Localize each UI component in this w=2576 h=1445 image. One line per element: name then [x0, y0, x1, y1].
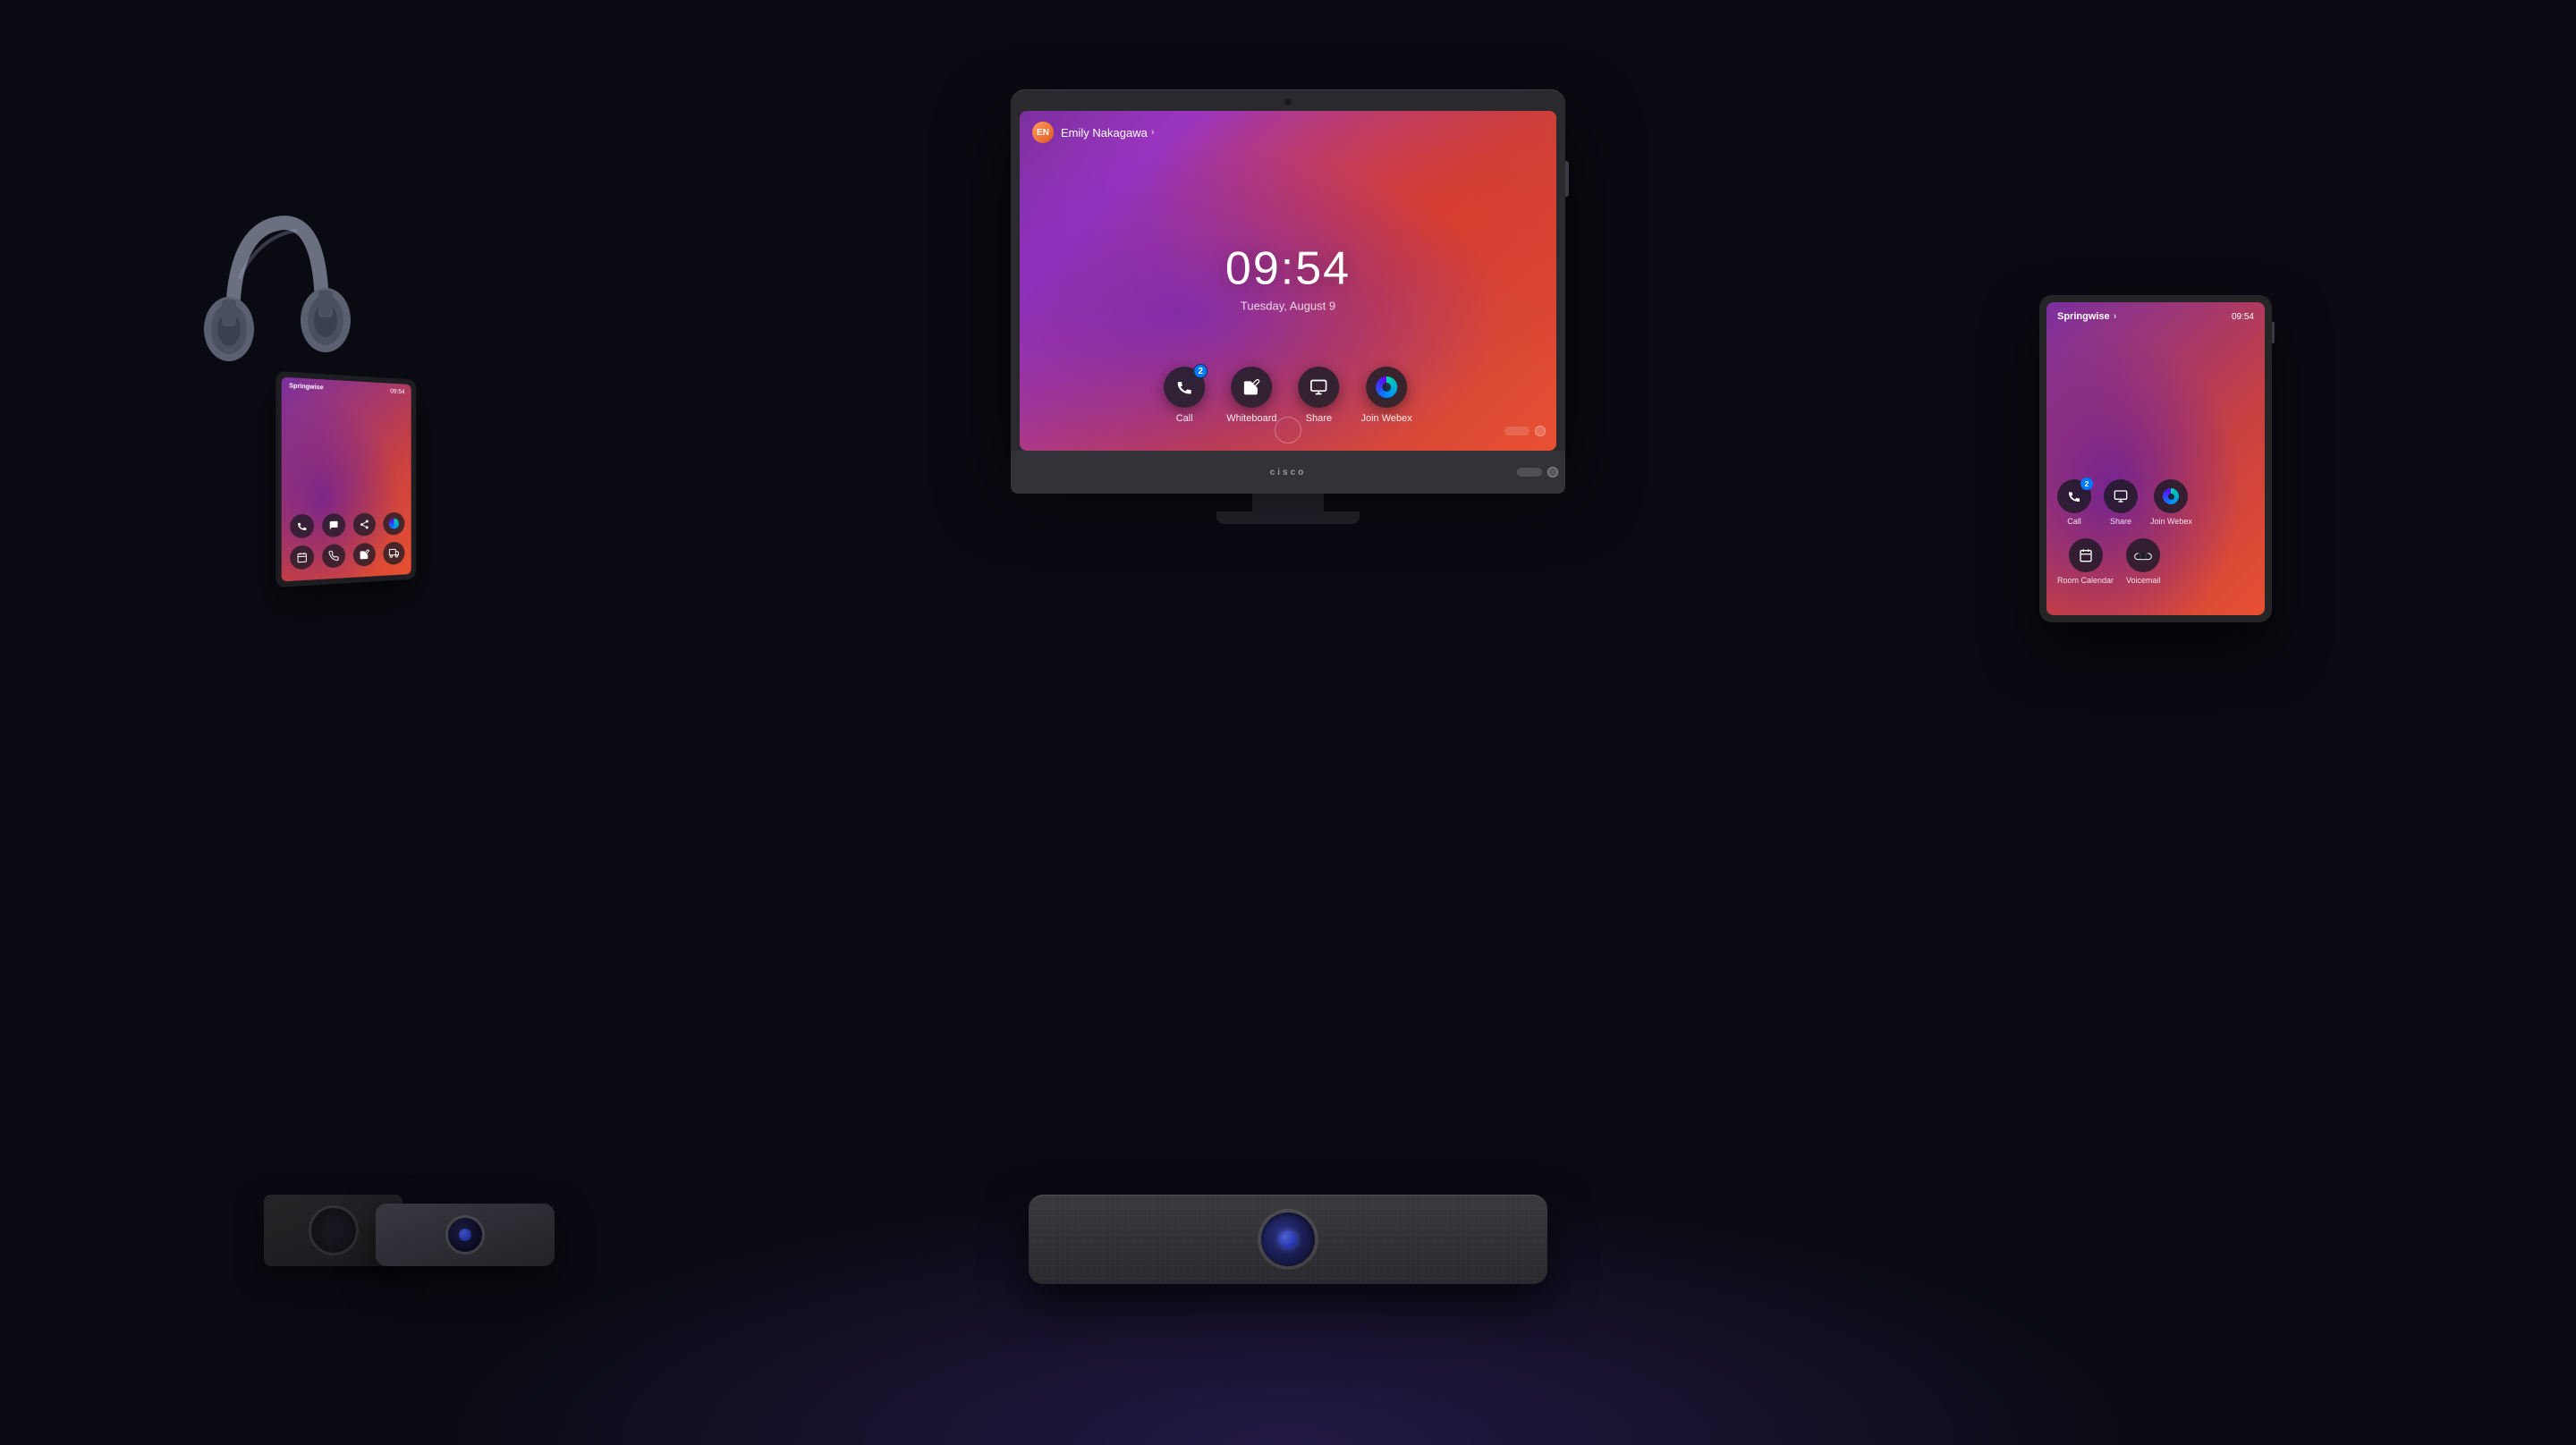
main-monitor: EN Emily Nakagawa › 09:54 Tuesday, Augus… [1011, 89, 1565, 524]
headphones-device [197, 197, 358, 447]
tablet-calendar-label: Room Calendar [2057, 576, 2114, 585]
status-circle [1535, 426, 1546, 436]
whiteboard-button[interactable] [1231, 367, 1272, 408]
tablet-app-calendar: Room Calendar [2057, 538, 2114, 585]
video-bar-frame [1029, 1195, 1547, 1284]
app-item-call: 2 Call [1164, 367, 1205, 424]
share-label: Share [1306, 413, 1332, 424]
tablet-left-time: 09:54 [390, 389, 404, 396]
tablet-org-name: Springwise › [2057, 311, 2116, 322]
app-item-whiteboard: Whiteboard [1226, 367, 1276, 424]
tablet-app-call: 2 Call [2057, 479, 2091, 526]
screen-apps: 2 Call Whiteboard [1164, 367, 1412, 424]
tablet-share-button[interactable] [2104, 479, 2138, 513]
tablet-voicemail-label: Voicemail [2126, 576, 2161, 585]
screen-status-right [1504, 426, 1546, 436]
call-badge: 2 [1193, 364, 1208, 378]
tablet-side-button[interactable] [2272, 322, 2275, 343]
tablet-apps-row2: Room Calendar Voicemail [2057, 538, 2254, 585]
monitor-side-button[interactable] [1565, 161, 1569, 197]
tablet-share-label: Share [2110, 517, 2131, 526]
webex-icon [1376, 376, 1397, 398]
cisco-logo: cisco [1270, 468, 1307, 477]
tl-app-btn6[interactable] [322, 544, 345, 568]
webex-button[interactable] [1366, 367, 1407, 408]
app-item-webex: Join Webex [1360, 367, 1411, 424]
tl-app-btn5[interactable] [290, 545, 314, 570]
webex-label: Join Webex [1360, 413, 1411, 424]
tablet-voicemail-button[interactable] [2126, 538, 2160, 572]
screen-clock: 09:54 Tuesday, August 9 [1225, 242, 1351, 313]
tl-app-btn4[interactable] [383, 512, 404, 536]
monitor-bottom-side [1517, 467, 1558, 477]
tablet-right-header: Springwise › 09:54 [2057, 311, 2254, 322]
call-button[interactable]: 2 [1164, 367, 1205, 408]
webcam-left-lens [448, 1218, 482, 1252]
tl-app-call[interactable] [290, 514, 314, 538]
monitor-indicator-1 [1517, 468, 1542, 477]
monitor-bottom-bar: cisco [1011, 451, 1565, 494]
monitor-screen: EN Emily Nakagawa › 09:54 Tuesday, Augus… [1020, 111, 1556, 451]
app-item-share: Share [1298, 367, 1339, 424]
call-label: Call [1176, 413, 1193, 424]
tablet-app-webex: Join Webex [2150, 479, 2192, 526]
tablet-time: 09:54 [2232, 312, 2254, 322]
share-button[interactable] [1298, 367, 1339, 408]
monitor-stand-top [1252, 494, 1324, 511]
tl-app-btn8[interactable] [383, 542, 404, 565]
tablet-apps-row1: 2 Call [2057, 479, 2254, 526]
user-name: Emily Nakagawa › [1061, 126, 1155, 139]
tablet-chevron-icon: › [2114, 311, 2117, 322]
tablet-calendar-button[interactable] [2069, 538, 2103, 572]
home-button[interactable] [1275, 417, 1301, 444]
whiteboard-label: Whiteboard [1226, 413, 1276, 424]
tablet-call-badge: 2 [2080, 477, 2093, 490]
tablet-webex-button[interactable] [2154, 479, 2188, 513]
tablet-call-button[interactable]: 2 [2057, 479, 2091, 513]
clock-date: Tuesday, August 9 [1225, 300, 1351, 313]
user-avatar: EN [1032, 122, 1054, 143]
tablet-right-apps: 2 Call [2057, 479, 2254, 597]
tl-app-btn2[interactable] [322, 513, 345, 537]
screen-header: EN Emily Nakagawa › [1032, 122, 1155, 143]
chevron-right-icon: › [1151, 127, 1155, 138]
monitor-camera [1284, 98, 1292, 106]
monitor-stand-base [1216, 511, 1360, 524]
monitor-indicator-2[interactable] [1547, 467, 1558, 477]
video-bar-center [1029, 1195, 1547, 1284]
clock-time: 09:54 [1225, 242, 1351, 296]
status-indicator [1504, 427, 1530, 435]
tablet-right-screen: Springwise › 09:54 2 [2046, 302, 2265, 615]
video-bar-lens [1261, 1213, 1315, 1266]
tablet-app-share: Share [2104, 479, 2138, 526]
tablet-app-voicemail: Voicemail [2126, 538, 2161, 585]
webcam-left [376, 1204, 555, 1266]
tl-app-btn7[interactable] [352, 543, 375, 567]
tablet-right: Springwise › 09:54 2 [2039, 295, 2272, 622]
tl-app-btn3[interactable] [352, 512, 375, 536]
tablet-webex-label: Join Webex [2150, 517, 2192, 526]
webcam-left-frame [376, 1204, 555, 1266]
tablet-call-label: Call [2067, 517, 2081, 526]
